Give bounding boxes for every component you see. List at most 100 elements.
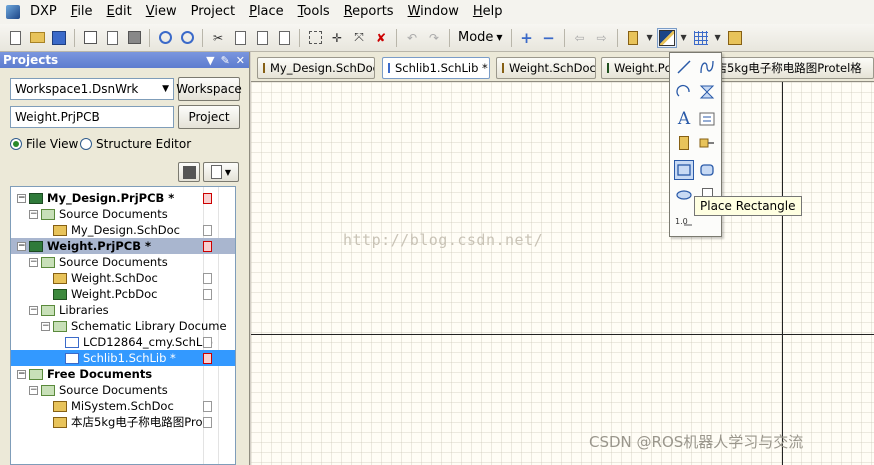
document-tab[interactable]: Weight.SchDoc [496, 57, 596, 79]
collapse-toggle-icon[interactable]: − [29, 385, 38, 395]
menu-view[interactable]: View [139, 0, 184, 24]
tree-item[interactable]: − Source Documents [11, 382, 235, 398]
tree-item[interactable]: − Free Documents [11, 366, 235, 382]
place-rectangle-button[interactable] [674, 160, 694, 180]
workspace-select[interactable]: Workspace1.DsnWrk ▼ [10, 78, 174, 100]
tree-item-label: Schematic Library Docume [71, 319, 227, 333]
mode-dropdown[interactable]: Mode ▼ [454, 30, 507, 45]
tree-item[interactable]: − Source Documents [11, 254, 235, 270]
layers-button[interactable] [124, 28, 144, 48]
document-tab[interactable]: Schlib1.SchLib * [382, 57, 490, 79]
menu-dxp[interactable]: DXP [23, 0, 64, 24]
drawing-tools-dropdown-button[interactable]: ▼ [679, 28, 689, 48]
tree-item[interactable]: − My_Design.PrjPCB * [11, 190, 235, 206]
menu-file[interactable]: File [64, 0, 100, 24]
collapse-toggle-icon[interactable]: − [29, 209, 38, 219]
tree-item[interactable]: Weight.SchDoc [11, 270, 235, 286]
paste-button[interactable] [252, 28, 272, 48]
zoom-in-button[interactable] [155, 28, 175, 48]
collapse-toggle-icon[interactable]: − [29, 305, 38, 315]
move-button[interactable]: ✛ [327, 28, 347, 48]
workspace-icon-button[interactable] [178, 162, 200, 182]
mode-label: Mode [458, 30, 494, 45]
grid-button[interactable] [691, 28, 711, 48]
place-bezier-button[interactable] [697, 57, 717, 77]
print-preview-button[interactable] [102, 28, 122, 48]
place-ellipse-button[interactable] [674, 185, 694, 205]
project-field[interactable]: Weight.PrjPCB [10, 106, 174, 128]
undo-button[interactable]: ↶ [402, 28, 422, 48]
tree-item[interactable]: − Libraries [11, 302, 235, 318]
place-round-rectangle-button[interactable] [697, 160, 717, 180]
place-graphic-button[interactable]: 1.0 [674, 211, 694, 231]
panel-menu-icon[interactable]: ▼ [206, 54, 214, 67]
workspace-button[interactable]: Workspace [176, 77, 242, 101]
drawing-tools-button[interactable] [656, 27, 677, 48]
tree-item[interactable]: 本店5kg电子称电路图Pro [11, 414, 235, 430]
new-document-button[interactable] [5, 28, 25, 48]
menu-project[interactable]: Project [184, 0, 243, 24]
menu-tools[interactable]: Tools [291, 0, 337, 24]
place-part-button[interactable] [674, 133, 694, 153]
ieee-dropdown-button[interactable]: ▼ [645, 28, 655, 48]
menu-window[interactable]: Window [401, 0, 466, 24]
document-tab[interactable]: My_Design.SchDoc [257, 57, 375, 79]
place-polygon-button[interactable] [697, 82, 717, 102]
collapse-toggle-icon[interactable]: − [17, 193, 26, 203]
close-icon[interactable]: ✕ [236, 54, 245, 67]
collapse-toggle-icon[interactable]: − [17, 369, 26, 379]
remove-part-button[interactable]: − [539, 28, 559, 48]
rubber-stamp-button[interactable] [274, 28, 294, 48]
collapse-toggle-icon[interactable]: − [29, 257, 38, 267]
tree-item[interactable]: − Source Documents [11, 206, 235, 222]
tree-item[interactable]: Weight.PcbDoc [11, 286, 235, 302]
grid-dropdown-button[interactable]: ▼ [713, 28, 723, 48]
tree-item[interactable]: LCD12864_cmy.SchLib [11, 334, 235, 350]
tree-item[interactable]: My_Design.SchDoc [11, 222, 235, 238]
place-elliptical-arc-button[interactable] [674, 82, 694, 102]
menu-help[interactable]: Help [466, 0, 510, 24]
previous-part-button[interactable]: ⇦ [570, 28, 590, 48]
place-text-frame-button[interactable] [697, 109, 717, 129]
project-options-button[interactable]: ▼ [203, 162, 239, 182]
tree-item[interactable]: − Schematic Library Docume [11, 318, 235, 334]
schematic-document-icon [53, 272, 67, 284]
document-tab[interactable]: Weight.Pc [601, 57, 676, 79]
next-part-button[interactable]: ⇨ [592, 28, 612, 48]
menu-edit[interactable]: Edit [100, 0, 139, 24]
ieee-symbols-button[interactable] [623, 28, 643, 48]
menu-reports[interactable]: Reports [337, 0, 401, 24]
tree-item[interactable]: MiSystem.SchDoc [11, 398, 235, 414]
menu-place[interactable]: Place [242, 0, 291, 24]
file-view-radio[interactable]: File View [10, 137, 78, 151]
tree-item[interactable]: Schlib1.SchLib * [11, 350, 235, 366]
save-button[interactable] [49, 28, 69, 48]
structure-editor-radio[interactable]: Structure Editor [80, 137, 191, 151]
cut-button[interactable]: ✂ [208, 28, 228, 48]
rubber-stamp-icon [278, 30, 290, 45]
copy-button[interactable] [230, 28, 250, 48]
place-text-string-button[interactable]: A [674, 109, 694, 129]
tree-item[interactable]: − Weight.PrjPCB * [11, 238, 235, 254]
collapse-toggle-icon[interactable]: − [17, 241, 26, 251]
add-part-button[interactable]: + [517, 28, 537, 48]
select-area-button[interactable] [305, 28, 325, 48]
deselect-button[interactable]: ⤧ [349, 28, 369, 48]
pin-icon[interactable]: ✎ [221, 54, 230, 67]
arc-icon [676, 84, 690, 97]
project-button[interactable]: Project [178, 105, 240, 129]
radio-checked-icon [10, 138, 22, 150]
print-button[interactable] [80, 28, 100, 48]
schematic-library-canvas[interactable]: http://blog.csdn.net/ CSDN @ROS机器人学习与交流 [251, 82, 874, 465]
zoom-out-button[interactable] [177, 28, 197, 48]
model-manager-button[interactable] [725, 28, 745, 48]
clear-filter-button[interactable]: ✘ [371, 28, 391, 48]
layers-icon [182, 165, 196, 179]
graphic-icon: 1.0 [675, 217, 692, 226]
tree-item-label: Schlib1.SchLib * [83, 351, 176, 365]
open-button[interactable] [27, 28, 47, 48]
redo-button[interactable]: ↷ [424, 28, 444, 48]
place-line-button[interactable] [674, 57, 694, 77]
collapse-toggle-icon[interactable]: − [41, 321, 50, 331]
place-pin-button[interactable] [697, 133, 717, 153]
